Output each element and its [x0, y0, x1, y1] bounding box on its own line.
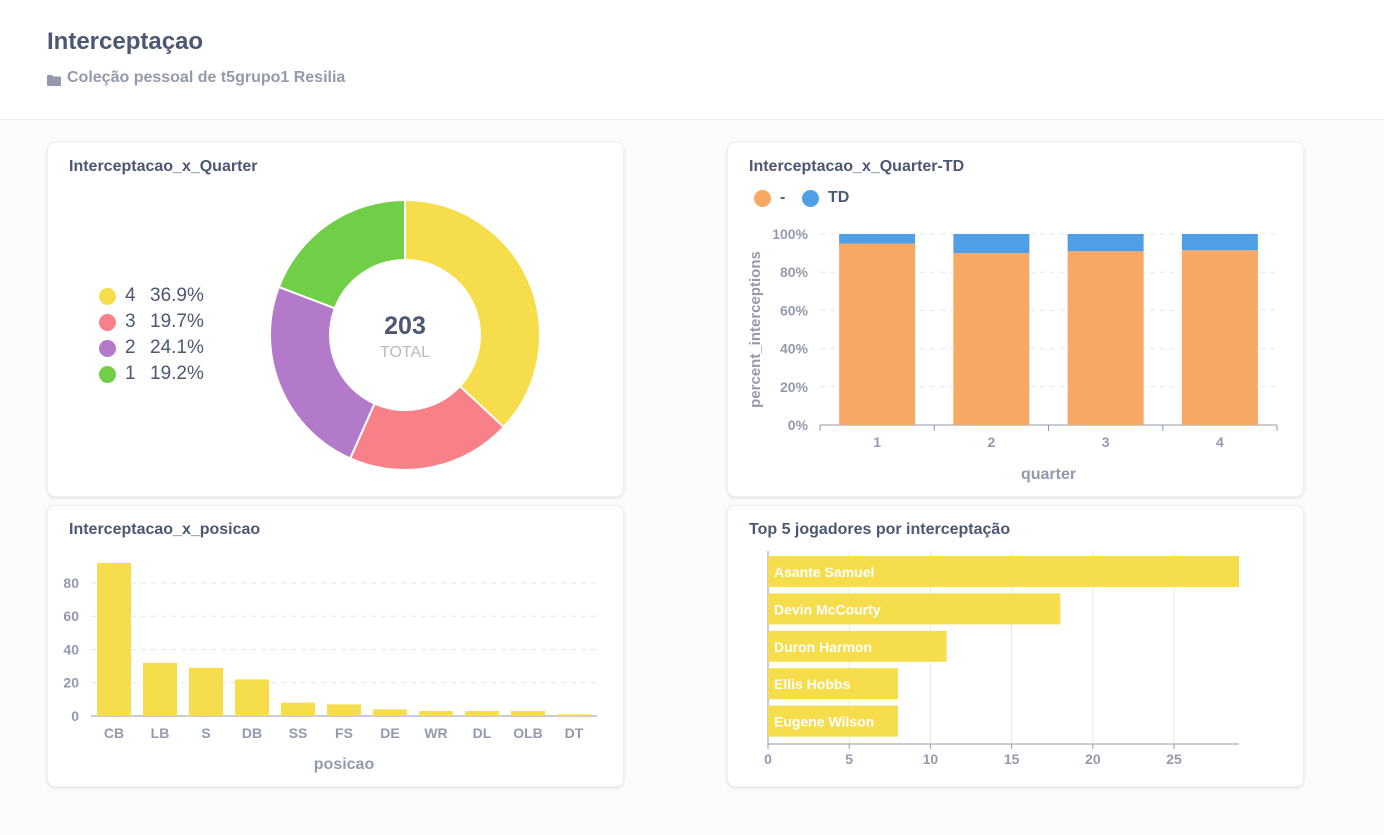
x-tick-label: 5	[845, 751, 853, 767]
x-tick-label: DL	[473, 725, 492, 741]
y-tick-label: 60	[63, 608, 79, 624]
x-tick-label: DT	[565, 725, 584, 741]
x-tick-label: 4	[1216, 434, 1224, 450]
x-tick-label: WR	[424, 725, 447, 741]
y-tick-label: 40	[63, 641, 79, 657]
stacked-bar-td[interactable]	[1181, 234, 1258, 251]
donut-total-label: TOTAL	[380, 344, 430, 361]
x-tick-label: DB	[242, 725, 262, 741]
stacked-bar-td[interactable]	[953, 234, 1030, 254]
x-tick-label: 15	[1004, 751, 1020, 767]
card-interceptacao-quarter-td[interactable]: Interceptacao_x_Quarter-TD - TD 0% 20% 40% 6…	[727, 142, 1304, 497]
x-tick-label: 2	[987, 434, 995, 450]
player-label: Duron Harmon	[774, 639, 872, 655]
posicao-bar-wr[interactable]	[419, 711, 453, 716]
posicao-bar-olb[interactable]	[511, 711, 545, 716]
stacked-bar-td[interactable]	[839, 234, 916, 244]
player-label: Ellis Hobbs	[774, 676, 850, 692]
donut-chart: 203 TOTAL	[269, 198, 541, 471]
x-tick-label: OLB	[513, 725, 543, 741]
x-tick-label: FS	[335, 725, 353, 741]
x-tick-label: 20	[1085, 751, 1101, 767]
stacked-bar-chart: 0% 20% 40% 60% 80% 100% 1 2 3 4 quarter percent_int…	[747, 226, 1278, 483]
donut-total-value: 203	[384, 312, 426, 340]
posicao-bar-de[interactable]	[373, 709, 407, 716]
top5-bar-chart: 0 5 10 15 20 25 Asante Samuel Devin McCourty Dur…	[764, 551, 1239, 767]
y-tick-label: 100%	[772, 226, 808, 242]
player-label: Eugene Wilson	[774, 714, 874, 730]
y-tick-label: 80	[63, 575, 79, 591]
stacked-bar-other[interactable]	[1181, 250, 1258, 425]
card-top5-jogadores[interactable]: Top 5 jogadores por interceptação 0 5 10 15…	[727, 505, 1304, 787]
y-tick-label: 40%	[780, 341, 809, 357]
y-tick-label: 20	[63, 675, 79, 691]
folder-icon	[47, 73, 61, 86]
page-header: Interceptaçao Coleção pessoal de t5grupo…	[0, 0, 1384, 120]
x-tick-label: 25	[1166, 751, 1182, 767]
x-tick-label: DE	[380, 725, 399, 741]
posicao-bar-dl[interactable]	[465, 711, 499, 716]
posicao-bar-ss[interactable]	[281, 702, 315, 716]
x-tick-label: 1	[873, 434, 881, 450]
page-title: Interceptaçao	[47, 28, 204, 55]
posicao-bar-db[interactable]	[235, 679, 269, 716]
x-tick-label: S	[201, 725, 210, 741]
y-tick-label: 80%	[780, 264, 809, 280]
x-axis-title: quarter	[1021, 466, 1076, 483]
x-tick-label: 3	[1102, 434, 1110, 450]
stacked-bar-other[interactable]	[1067, 251, 1144, 425]
stacked-bar-other[interactable]	[839, 243, 916, 425]
y-tick-label: 60%	[780, 302, 809, 318]
x-tick-label: SS	[289, 725, 308, 741]
x-axis-title: posicao	[314, 756, 375, 773]
posicao-bar-chart: 0 20 40 60 80 CB LB S DB SS FS DE WR DL OLB DT posicao	[63, 563, 597, 773]
player-label: Asante Samuel	[774, 564, 874, 580]
x-tick-label: 0	[764, 751, 772, 767]
posicao-bar-cb[interactable]	[97, 563, 131, 716]
y-tick-label: 20%	[780, 379, 809, 395]
card-interceptacao-quarter[interactable]: Interceptacao_x_Quarter 4 36.9% 3 19.7% 2 24.…	[47, 142, 624, 497]
y-axis-title: percent_interceptions	[747, 251, 764, 408]
x-tick-label: 10	[923, 751, 939, 767]
collection-name: Coleção pessoal de t5grupo1 Resilia	[67, 69, 346, 86]
collection-link[interactable]: Coleção pessoal de t5grupo1 Resilia	[47, 69, 345, 87]
x-tick-label: LB	[151, 725, 170, 741]
y-tick-label: 0	[71, 708, 79, 724]
posicao-bar-s[interactable]	[189, 667, 223, 716]
posicao-bar-dt[interactable]	[557, 714, 591, 716]
donut-slice-1[interactable]	[277, 198, 406, 310]
player-label: Devin McCourty	[774, 601, 881, 617]
posicao-bar-fs[interactable]	[327, 704, 361, 716]
y-tick-label: 0%	[788, 417, 809, 433]
donut-slice-2[interactable]	[269, 285, 376, 460]
stacked-bar-other[interactable]	[953, 253, 1030, 425]
x-tick-label: CB	[104, 725, 124, 741]
card-interceptacao-posicao[interactable]: Interceptacao_x_posicao 0 20 40 60 80 CB LB S DB…	[47, 505, 624, 787]
stacked-bar-td[interactable]	[1067, 234, 1144, 252]
posicao-bar-lb[interactable]	[143, 662, 177, 716]
